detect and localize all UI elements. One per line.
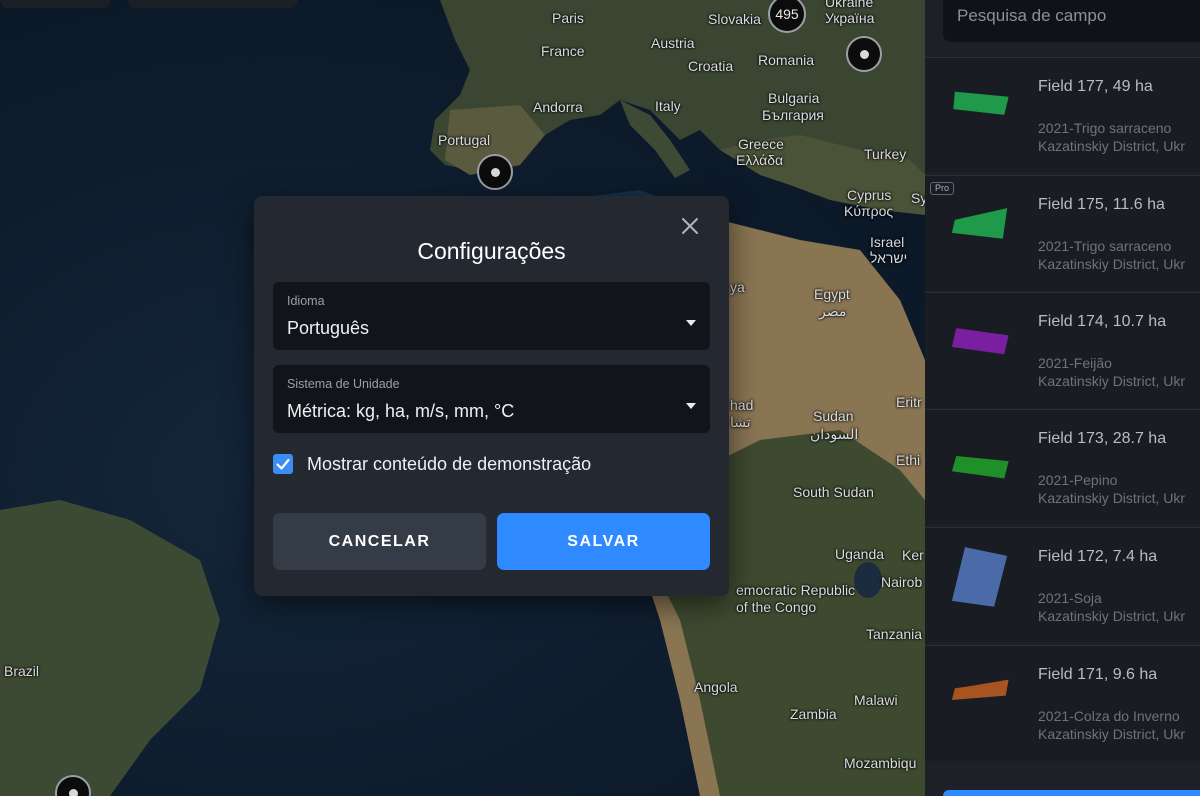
field-title: Field 174, 10.7 ha	[1038, 313, 1167, 330]
map-label: Uganda	[835, 546, 885, 562]
map-label: Austria	[651, 35, 695, 51]
field-shape-icon	[951, 328, 1009, 355]
field-crop: 2021-Trigo sarraceno	[1038, 120, 1172, 136]
map-label: Angola	[694, 679, 738, 695]
field-shape-icon	[951, 547, 1008, 607]
unit-system-value: Métrica: kg, ha, m/s, mm, °C	[287, 401, 515, 421]
map-label: Κύπρος	[844, 203, 894, 219]
chevron-down-icon	[686, 403, 696, 409]
field-list-item[interactable]: Field 175, 11.6 ha 2021-Trigo sarraceno Ka…	[925, 175, 1200, 291]
field-crop: 2021-Pepino	[1038, 472, 1118, 488]
map-label: Egypt	[814, 286, 850, 302]
map-pin-marker[interactable]	[846, 36, 882, 72]
map-pin-marker[interactable]	[477, 154, 513, 190]
dialog-title: Configurações	[417, 238, 566, 264]
map-label: Ελλάδα	[736, 152, 784, 168]
language-label: Idioma	[287, 294, 325, 308]
field-title: Field 173, 28.7 ha	[1038, 430, 1167, 447]
sidebar-bottom-button[interactable]	[943, 790, 1200, 796]
map-label: Brazil	[4, 663, 40, 679]
field-list-item[interactable]: Field 177, 49 ha 2021-Trigo sarraceno Kaza…	[925, 57, 1200, 173]
map-label: France	[541, 43, 585, 59]
field-crop: 2021-Colza do Inverno	[1038, 708, 1180, 724]
field-list-item[interactable]: Field 172, 7.4 ha 2021-Soja Kazatinskiy Di…	[925, 527, 1200, 643]
map-label: Greece	[738, 136, 784, 152]
field-district: Kazatinskiy District, Ukr	[1038, 256, 1186, 272]
field-crop: 2021-Trigo sarraceno	[1038, 238, 1172, 254]
map-label: Nairob	[881, 574, 923, 590]
map-label: had	[730, 397, 754, 413]
map-label: Turkey	[864, 146, 907, 162]
field-district: Kazatinskiy District, Ukr	[1038, 490, 1186, 506]
map-label: Ker	[902, 547, 924, 563]
field-list-item[interactable]: Field 174, 10.7 ha 2021-Feijão Kazatinskiy…	[925, 292, 1200, 408]
map-top-control-left[interactable]	[0, 0, 110, 8]
map-label: България	[762, 107, 824, 123]
map-label: Sudan	[813, 408, 854, 424]
map-label: emocratic Republic	[736, 582, 856, 598]
map-label: of the Congo	[736, 599, 817, 615]
unit-system-select[interactable]: Sistema de Unidade Métrica: kg, ha, m/s,…	[273, 365, 710, 433]
chevron-down-icon	[686, 320, 696, 326]
field-shape-icon	[951, 456, 1009, 479]
map-label: Andorra	[533, 99, 583, 115]
map-label: Paris	[552, 10, 584, 26]
map-label: تشا	[730, 414, 751, 430]
settings-dialog: Configurações Idioma Português Sistema d…	[254, 196, 729, 596]
cancel-button[interactable]: CANCELAR	[273, 513, 486, 570]
map-label: Eritr	[896, 394, 922, 410]
map-label: Zambia	[790, 706, 837, 722]
demo-content-label[interactable]: Mostrar conteúdo de demonstração	[307, 454, 591, 475]
field-search-input[interactable]: Pesquisa de campo	[943, 0, 1200, 42]
map-label: السودان	[810, 426, 859, 442]
map-label: Slovakia	[708, 11, 761, 27]
map-label: Mozambiqu	[844, 755, 917, 771]
field-title: Field 177, 49 ha	[1038, 78, 1153, 95]
unit-system-label: Sistema de Unidade	[287, 377, 400, 391]
language-value: Português	[287, 318, 370, 338]
save-button[interactable]: SALVAR	[497, 513, 710, 570]
map-label: Ethi	[896, 452, 921, 468]
close-icon	[682, 218, 698, 234]
map-top-control-right[interactable]	[128, 0, 298, 8]
field-list-item[interactable]: Field 173, 28.7 ha 2021-Pepino Kazatinskiy…	[925, 409, 1200, 525]
field-district: Kazatinskiy District, Ukr	[1038, 608, 1186, 624]
field-district: Kazatinskiy District, Ukr	[1038, 138, 1186, 154]
map-label: Malawi	[854, 692, 898, 708]
map-label: ya	[730, 279, 745, 295]
field-district: Kazatinskiy District, Ukr	[1038, 373, 1186, 389]
field-crop: 2021-Feijão	[1038, 355, 1112, 371]
field-title: Field 171, 9.6 ha	[1038, 666, 1158, 683]
map-label: Italy	[655, 98, 681, 114]
map-label: مصر	[819, 303, 847, 319]
field-title: Field 172, 7.4 ha	[1038, 548, 1158, 565]
map-label: South Sudan	[793, 484, 874, 500]
map-label: Bulgaria	[768, 90, 820, 106]
field-district: Kazatinskiy District, Ukr	[1038, 726, 1186, 742]
map-label: Romania	[758, 52, 815, 68]
field-title: Field 175, 11.6 ha	[1038, 196, 1165, 213]
language-select[interactable]: Idioma Português	[273, 282, 710, 350]
map-label: Croatia	[688, 58, 734, 74]
field-shape-icon	[951, 679, 1009, 700]
map-label: Israel	[870, 234, 905, 250]
map-label: ישראל	[870, 250, 908, 266]
field-crop: 2021-Soja	[1038, 590, 1102, 606]
close-button[interactable]	[676, 212, 704, 240]
map-label: Tanzania	[866, 626, 923, 642]
demo-content-checkbox[interactable]	[273, 454, 293, 474]
map-label: Cyprus	[847, 187, 892, 203]
checkmark-icon	[276, 458, 290, 470]
pro-badge: Pro	[930, 182, 955, 195]
field-shape-icon	[953, 91, 1009, 115]
field-list-sidebar: Pesquisa de campo Field 177, 49 ha 2021-T…	[925, 0, 1200, 796]
field-list-item[interactable]: Field 171, 9.6 ha 2021-Colza do Inverno Ka…	[925, 645, 1200, 761]
map-label: Україна	[825, 10, 875, 26]
map-label: Ukraine	[825, 0, 874, 10]
map-label: Sy	[911, 190, 925, 206]
map-label: Portugal	[438, 132, 491, 148]
